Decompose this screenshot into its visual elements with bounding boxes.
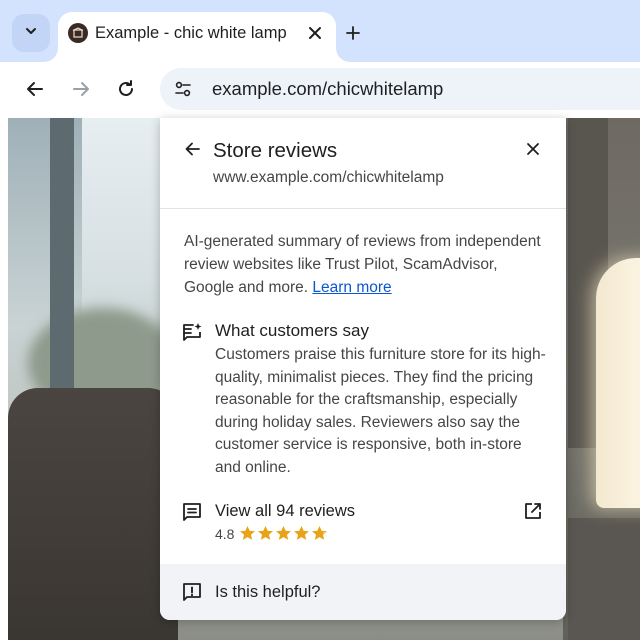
- background-lamp: [596, 258, 640, 508]
- view-all-reviews-link[interactable]: View all 94 reviews: [215, 500, 355, 522]
- star-icon: [240, 525, 255, 540]
- browser-tab[interactable]: Example - chic white lamp: [58, 12, 336, 62]
- star-icon: [294, 525, 309, 540]
- reload-button[interactable]: [114, 77, 138, 101]
- ai-summary-icon: [180, 320, 204, 344]
- rating-value: 4.8: [215, 526, 235, 542]
- address-bar[interactable]: example.com/chicwhitelamp: [160, 68, 640, 110]
- open-in-new-icon: [525, 503, 541, 519]
- close-icon: [527, 143, 539, 155]
- panel-site-url: www.example.com/chicwhitelamp: [213, 169, 444, 186]
- tab-title: Example - chic white lamp: [95, 24, 287, 42]
- customers-summary: Customers praise this furniture store fo…: [215, 346, 546, 476]
- star-icon: [276, 525, 291, 540]
- customers-heading: What customers say: [215, 321, 369, 340]
- chevron-down-icon: [24, 24, 38, 43]
- background-pillar: [50, 118, 74, 418]
- tab-close-button[interactable]: [304, 22, 326, 44]
- comment-icon: [180, 500, 204, 524]
- summary-intro: AI-generated summary of reviews from ind…: [184, 230, 548, 299]
- arrow-right-icon: [73, 82, 89, 96]
- back-button[interactable]: [23, 77, 47, 101]
- background-sofa: [8, 388, 178, 640]
- panel-title: Store reviews: [213, 139, 338, 162]
- url-text: example.com/chicwhitelamp: [212, 78, 444, 99]
- close-icon: [309, 27, 321, 39]
- reload-icon: [119, 80, 133, 96]
- new-tab-button[interactable]: [342, 22, 364, 44]
- tab-search-button[interactable]: [12, 14, 50, 52]
- arrow-left-icon: [27, 82, 43, 96]
- panel-close-button[interactable]: [522, 138, 544, 160]
- helpful-prompt: Is this helpful?: [215, 583, 321, 601]
- site-info-button[interactable]: [170, 76, 196, 102]
- background-sofa-right: [568, 518, 640, 640]
- learn-more-link[interactable]: Learn more: [312, 279, 391, 296]
- panel-divider: [160, 208, 566, 209]
- star-icon: [258, 525, 273, 540]
- panel-back-button[interactable]: [182, 138, 204, 160]
- arrow-left-icon: [185, 142, 200, 156]
- plus-icon: [346, 26, 360, 40]
- open-reviews-button[interactable]: [521, 499, 545, 523]
- store-favicon-icon: [68, 23, 88, 43]
- tab-strip: Example - chic white lamp: [0, 0, 640, 62]
- browser-toolbar: example.com/chicwhitelamp: [0, 62, 640, 116]
- forward-button[interactable]: [69, 77, 93, 101]
- tune-icon: [175, 81, 191, 97]
- star-icon: [312, 525, 327, 540]
- rating-stars: [240, 522, 327, 544]
- store-reviews-panel: Store reviews www.example.com/chicwhitel…: [160, 118, 566, 620]
- feedback-footer[interactable]: Is this helpful?: [160, 564, 566, 620]
- feedback-icon: [180, 580, 204, 604]
